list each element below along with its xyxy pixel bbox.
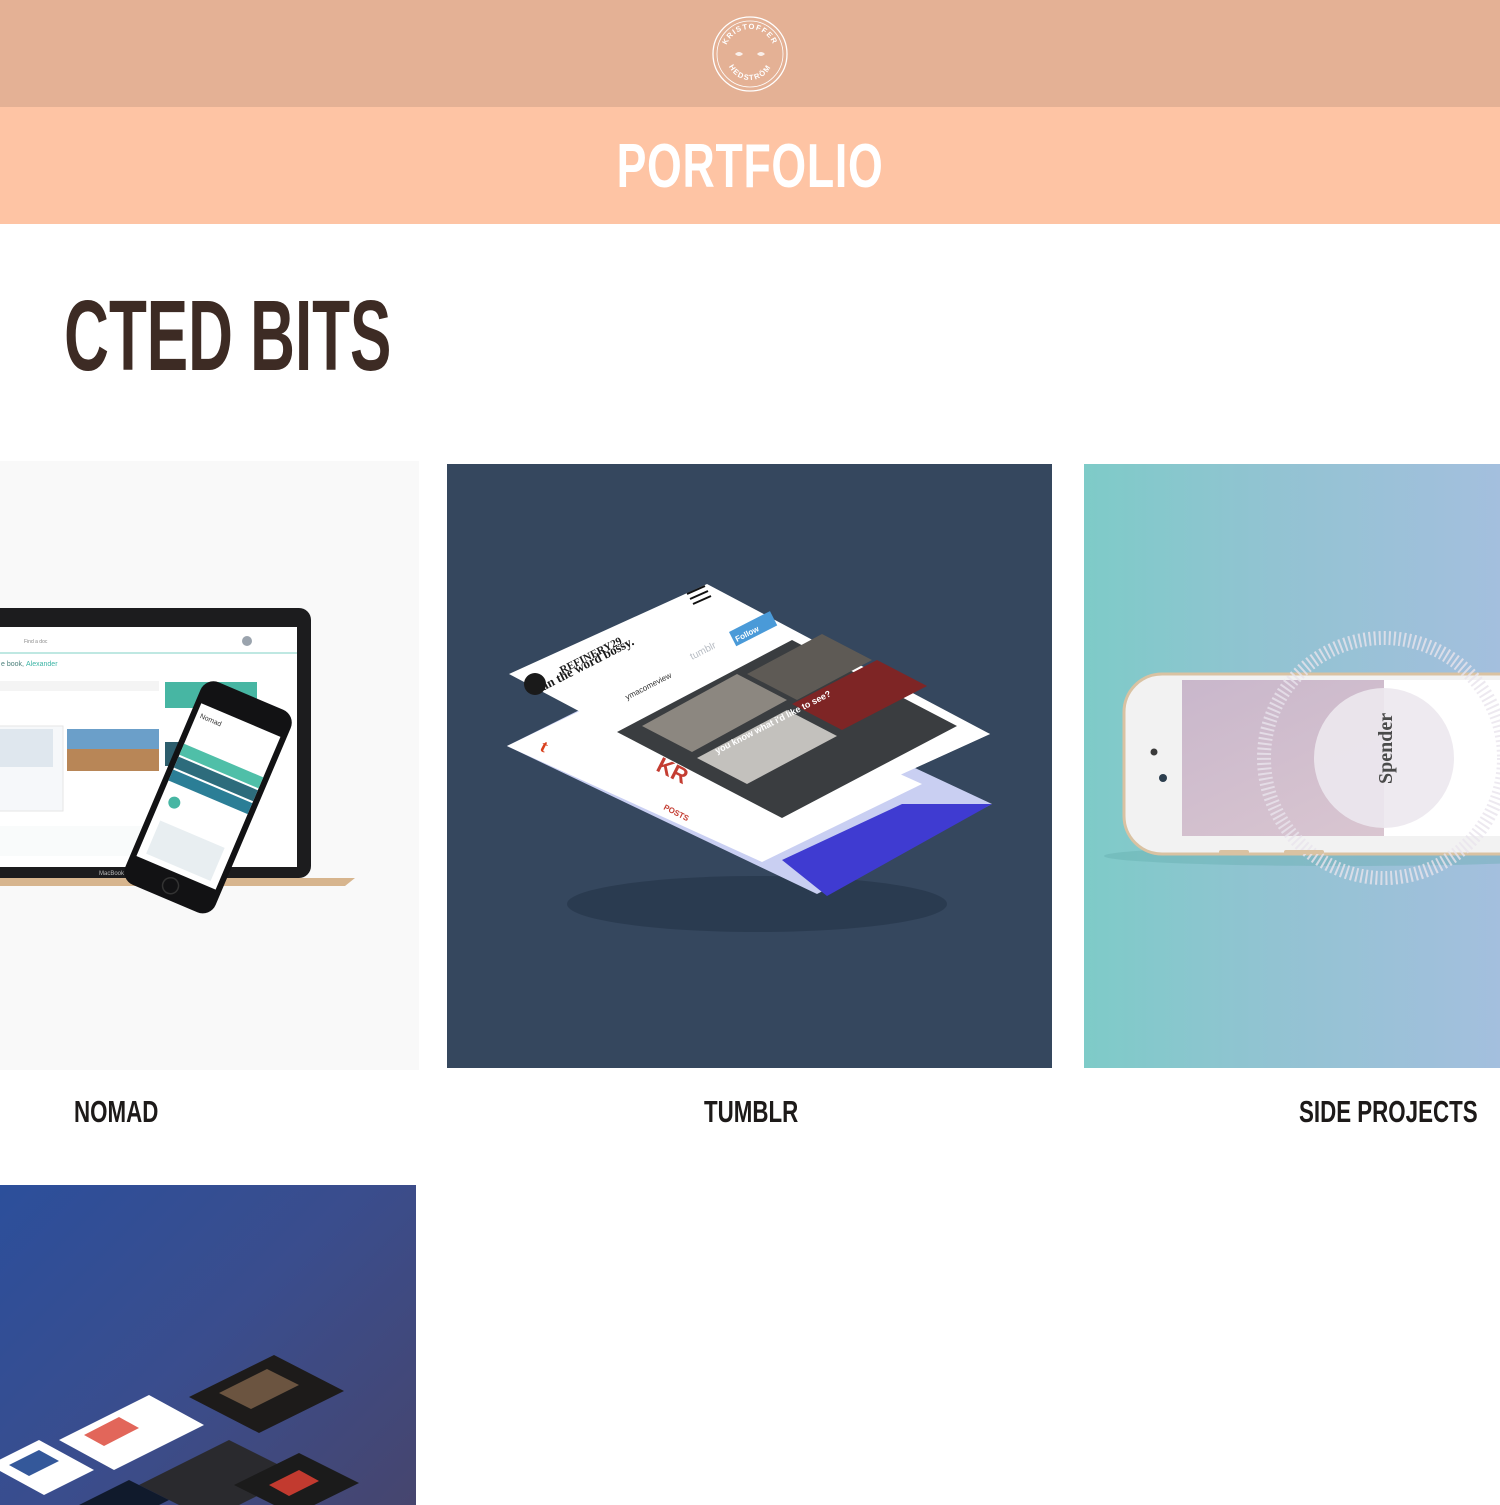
nomad-thumbnail-image: Find a doc e book, Alexander MacBook Nom… [0,608,355,914]
fourth-thumbnail-image [0,1355,359,1505]
spender-app-name: Spender [1375,713,1397,784]
nomad-search-placeholder: Find a doc [24,639,48,645]
nomad-greeting-name: Alexander [26,661,58,668]
project-card-tumblr[interactable]: t KR POSTS you know what i'd like to see… [447,464,1052,1068]
section-heading: CTED BITS [64,280,392,392]
project-label-tumblr[interactable]: TUMBLR [704,1093,798,1131]
project-card-fourth[interactable] [0,1185,416,1505]
side-projects-thumbnail-image: Spender [1104,631,1500,885]
svg-text:KRISTOFFER: KRISTOFFER [720,22,779,46]
tumblr-thumbnail-image: t KR POSTS you know what i'd like to see… [507,584,992,932]
page-title: PORTFOLIO [616,132,884,201]
project-label-nomad[interactable]: NOMAD [74,1093,158,1131]
svg-text:HEDSTRÖM: HEDSTRÖM [727,63,773,83]
project-card-nomad[interactable]: Find a doc e book, Alexander MacBook Nom… [0,461,419,1070]
logo-text-bottom: HEDSTRÖM [727,63,772,83]
logo-stamp-icon[interactable]: KRISTOFFER HEDSTRÖM [711,15,789,93]
nomad-device-caption: MacBook [99,871,125,877]
project-card-side-projects[interactable]: Spender [1084,464,1500,1068]
logo-text-top: KRISTOFFER [720,22,778,46]
nomad-greeting-prefix: e book, [1,661,24,668]
project-label-side-projects[interactable]: SIDE PROJECTS [1299,1093,1478,1131]
top-banner: KRISTOFFER HEDSTRÖM [0,0,1500,107]
